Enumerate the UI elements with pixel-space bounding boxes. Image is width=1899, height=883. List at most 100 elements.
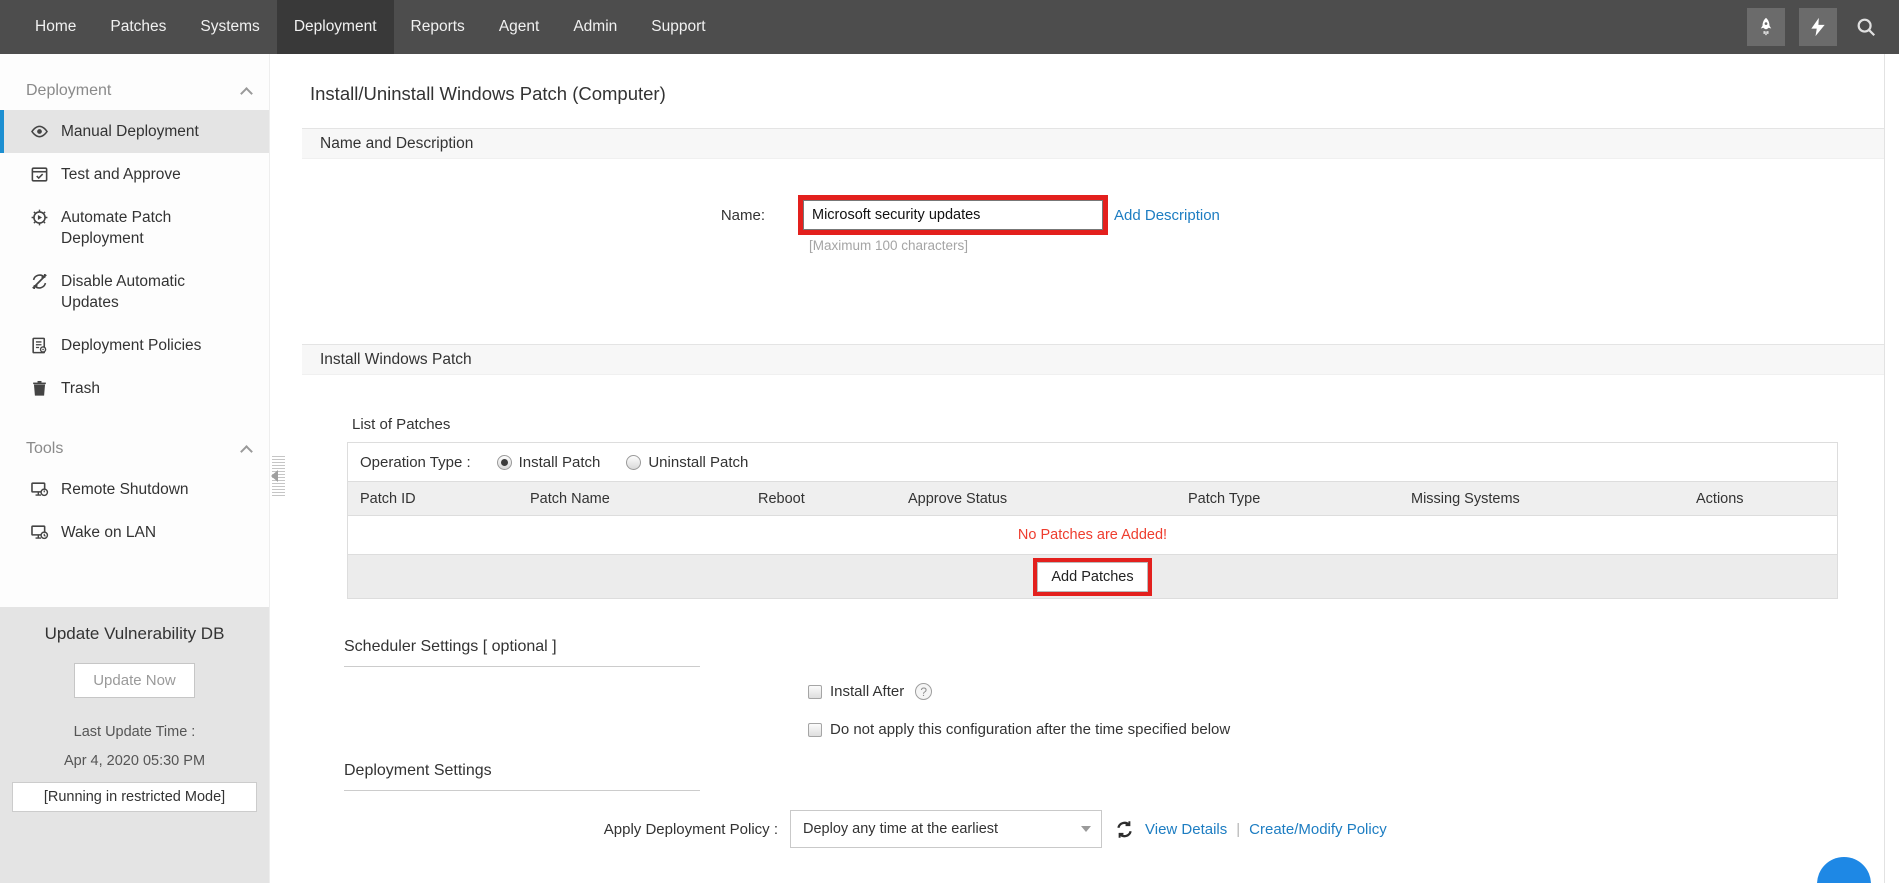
section-header-install-windows-patch: Install Windows Patch [302, 344, 1885, 375]
sidebar-item-label: Test and Approve [61, 166, 181, 183]
col-approve-status: Approve Status [908, 490, 1008, 507]
col-patch-type: Patch Type [1188, 490, 1261, 507]
nav-item-support[interactable]: Support [634, 0, 722, 54]
nav-item-deployment[interactable]: Deployment [276, 0, 394, 54]
restricted-mode-badge: [Running in restricted Mode] [12, 782, 257, 812]
deployment-policy-dropdown[interactable]: Deploy any time at the earliest [790, 810, 1102, 848]
chevron-up-icon [240, 444, 253, 458]
collapse-sidebar-handle[interactable] [271, 454, 285, 498]
sidebar-item-test-and-approve[interactable]: Test and Approve [0, 153, 269, 196]
policies-icon [30, 336, 49, 355]
max-characters-hint: [Maximum 100 characters] [809, 238, 969, 253]
nav-right-actions [1747, 0, 1899, 54]
create-modify-policy-link[interactable]: Create/Modify Policy [1249, 821, 1387, 838]
help-chat-fab[interactable] [1817, 857, 1871, 883]
name-field-label: Name: [720, 206, 765, 224]
view-details-link[interactable]: View Details [1145, 821, 1227, 838]
sidebar-item-label: Deployment Policies [61, 337, 202, 354]
rocket-icon [1755, 16, 1777, 38]
sidebar-item-automate-patch-deployment[interactable]: Automate Patch Deployment [0, 196, 269, 260]
operation-type-label: Operation Type : [360, 453, 471, 471]
sidebar: Deployment Manual Deployment Test and Ap… [0, 54, 270, 883]
nav-item-systems[interactable]: Systems [183, 0, 276, 54]
refresh-policies-button[interactable] [1114, 819, 1135, 840]
sidebar-item-remote-shutdown[interactable]: Remote Shutdown [0, 468, 269, 511]
sidebar-section-tools[interactable]: Tools [0, 410, 269, 468]
deployment-settings-header: Deployment Settings [344, 762, 700, 791]
sidebar-item-label: Manual Deployment [61, 123, 199, 140]
chevron-down-icon [1081, 826, 1091, 832]
radio-uninstall-patch[interactable]: Uninstall Patch [626, 454, 748, 471]
sidebar-item-label: Wake on LAN [61, 524, 157, 541]
name-input[interactable] [803, 200, 1103, 230]
radio-install-patch[interactable]: Install Patch [496, 453, 601, 471]
last-update-label: Last Update Time : [73, 724, 196, 740]
sidebar-resize-divider[interactable] [270, 54, 290, 883]
radio-install-patch-label: Install Patch [518, 453, 601, 471]
operation-type-row: Operation Type : Install Patch Uninstall… [348, 443, 1837, 481]
name-description-section: Name: Add Description [Maximum 100 chara… [302, 195, 1885, 321]
sidebar-item-manual-deployment[interactable]: Manual Deployment [0, 110, 269, 153]
content-right-edge [1884, 54, 1885, 883]
sidebar-item-disable-automatic-updates[interactable]: Disable Automatic Updates [0, 260, 269, 324]
nav-item-patches[interactable]: Patches [93, 0, 183, 54]
lightning-icon [1808, 16, 1828, 38]
refresh-icon [1117, 820, 1132, 838]
col-patch-id: Patch ID [360, 490, 416, 507]
nav-item-agent[interactable]: Agent [482, 0, 557, 54]
col-reboot: Reboot [758, 490, 805, 507]
sidebar-item-trash[interactable]: Trash [0, 367, 269, 410]
automate-gear-icon [30, 208, 49, 227]
quick-actions-button[interactable] [1799, 8, 1837, 46]
main-content: Install/Uninstall Windows Patch (Compute… [290, 54, 1899, 883]
update-panel-title: Update Vulnerability DB [44, 624, 225, 643]
sidebar-section-title: Tools [26, 440, 64, 457]
nav-item-admin[interactable]: Admin [556, 0, 634, 54]
search-icon [1855, 16, 1877, 38]
add-patches-button[interactable]: Add Patches [1037, 561, 1148, 592]
do-not-apply-row: Do not apply this configuration after th… [808, 721, 1885, 738]
page-title: Install/Uninstall Windows Patch (Compute… [310, 83, 666, 104]
apply-deployment-policy-label: Apply Deployment Policy : [603, 820, 778, 838]
radio-uninstall-patch-label: Uninstall Patch [648, 453, 749, 471]
deployment-policy-value: Deploy any time at the earliest [803, 821, 999, 837]
remote-shutdown-icon [30, 480, 49, 499]
sidebar-item-deployment-policies[interactable]: Deployment Policies [0, 324, 269, 367]
chevron-up-icon [240, 86, 253, 100]
list-of-patches-label: List of Patches [352, 416, 451, 433]
radio-button-icon[interactable] [626, 454, 642, 470]
sidebar-item-label: Trash [61, 380, 101, 397]
sidebar-section-deployment[interactable]: Deployment [0, 54, 269, 110]
sidebar-item-label: Disable Automatic Updates [61, 273, 186, 311]
sidebar-item-wake-on-lan[interactable]: Wake on LAN [0, 511, 269, 554]
eye-icon [30, 122, 49, 141]
help-icon[interactable]: ? [915, 683, 933, 700]
trash-icon [30, 379, 49, 398]
empty-table-message: No Patches are Added! [348, 516, 1837, 554]
add-description-link[interactable]: Add Description [1114, 207, 1220, 224]
scheduler-settings-header: Scheduler Settings [ optional ] [344, 638, 700, 667]
app-window: Home Patches Systems Deployment Reports … [0, 0, 1899, 883]
whats-new-button[interactable] [1747, 8, 1785, 46]
test-approve-icon [30, 165, 49, 184]
radio-button-icon[interactable] [496, 454, 512, 470]
global-search-button[interactable] [1851, 8, 1881, 46]
add-patches-row: Add Patches [348, 554, 1837, 599]
install-after-label: Install After [830, 683, 905, 700]
apply-deployment-policy-row: Apply Deployment Policy : Deploy any tim… [302, 810, 1885, 848]
sidebar-section-title: Deployment [26, 82, 112, 99]
do-not-apply-checkbox[interactable] [808, 722, 822, 737]
install-after-checkbox[interactable] [808, 684, 822, 699]
last-update-value: Apr 4, 2020 05:30 PM [63, 753, 206, 769]
name-input-highlight-box [798, 195, 1108, 235]
nav-items: Home Patches Systems Deployment Reports … [0, 0, 723, 54]
link-separator: | [1236, 820, 1241, 838]
update-now-button[interactable]: Update Now [74, 663, 195, 698]
wake-on-lan-icon [30, 523, 49, 542]
sidebar-item-label: Automate Patch Deployment [61, 209, 172, 247]
nav-item-home[interactable]: Home [18, 0, 93, 54]
do-not-apply-label: Do not apply this configuration after th… [830, 721, 1231, 738]
nav-item-reports[interactable]: Reports [394, 0, 482, 54]
patches-table: Operation Type : Install Patch Uninstall… [347, 442, 1838, 599]
top-navbar: Home Patches Systems Deployment Reports … [0, 0, 1899, 54]
